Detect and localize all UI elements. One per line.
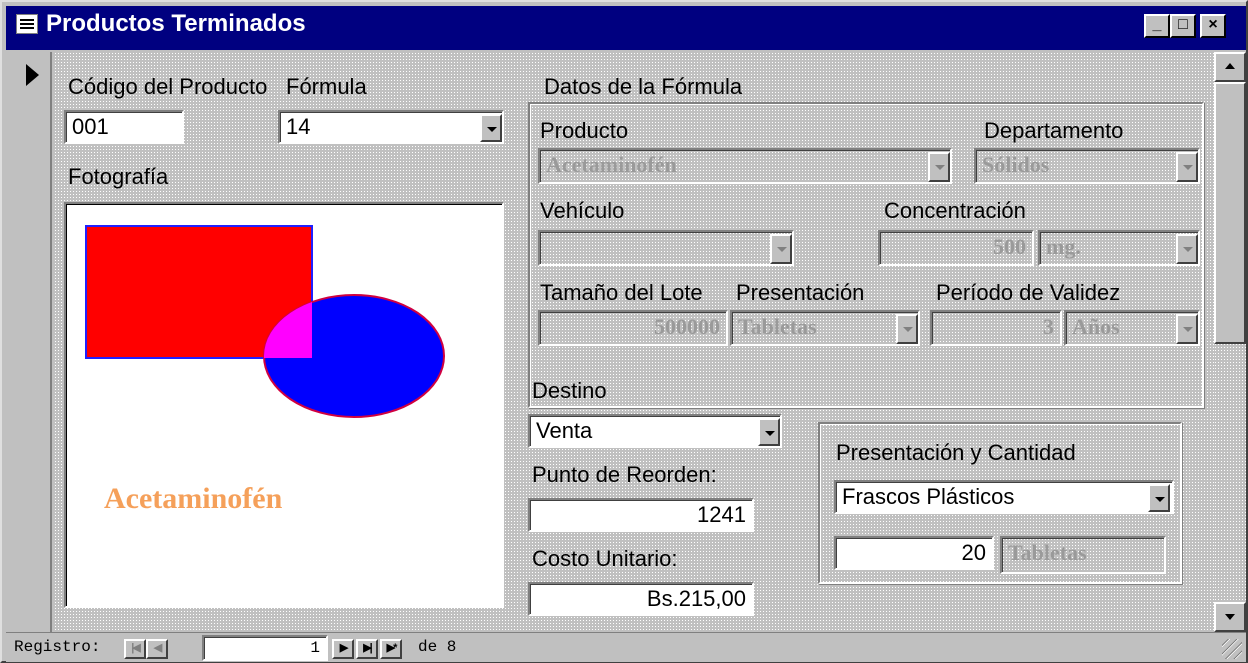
record-selector[interactable] xyxy=(10,52,52,632)
producto-combo: Acetaminofén xyxy=(538,148,952,184)
destino-dropdown-icon[interactable] xyxy=(758,418,780,446)
arrow-up-icon xyxy=(1225,63,1235,69)
last-record-button[interactable]: ▶| xyxy=(356,639,378,659)
concentracion-unit-dropdown-icon xyxy=(1176,234,1198,264)
window-title: Productos Terminados xyxy=(46,10,306,37)
presentacion-dropdown-icon xyxy=(896,314,918,344)
new-record-icon: ▶* xyxy=(386,642,398,654)
arrow-down-icon xyxy=(1225,614,1235,620)
scroll-thumb[interactable] xyxy=(1214,82,1246,344)
maximize-button[interactable]: □ xyxy=(1170,14,1196,38)
codigo-label: Código del Producto xyxy=(68,74,268,99)
next-record-icon: ▶ xyxy=(339,642,349,654)
photo-shapes xyxy=(85,225,445,418)
product-photo[interactable]: Acetaminofén xyxy=(64,202,504,608)
formula-dropdown-icon[interactable] xyxy=(480,114,502,142)
next-record-button[interactable]: ▶ xyxy=(332,639,354,659)
form-icon[interactable] xyxy=(16,14,38,34)
validez-label: Período de Validez xyxy=(936,280,1121,305)
close-button[interactable]: × xyxy=(1200,14,1226,38)
vertical-scrollbar[interactable] xyxy=(1214,52,1246,632)
vehiculo-combo xyxy=(538,230,794,266)
registro-label: Registro: xyxy=(14,638,101,656)
departamento-combo: Sólidos xyxy=(974,148,1200,184)
pyc-envase-dropdown-icon[interactable] xyxy=(1148,484,1170,512)
current-record-field[interactable]: 1 xyxy=(202,635,328,661)
producto-dropdown-icon xyxy=(928,152,950,182)
scroll-down-button[interactable] xyxy=(1214,602,1246,632)
formula-label: Fórmula xyxy=(286,74,367,99)
pyc-unidad-field: Tabletas xyxy=(1000,536,1166,574)
record-navigation-bar: Registro: |◀ ◀ 1 ▶ ▶| ▶* de 8 xyxy=(6,632,1246,662)
form-window: Productos Terminados _ □ × Código del Pr… xyxy=(0,0,1248,663)
scroll-up-button[interactable] xyxy=(1214,52,1246,82)
presentacion-label: Presentación xyxy=(736,280,865,305)
minimize-icon: _ xyxy=(1152,16,1162,33)
codigo-field[interactable]: 001 xyxy=(64,110,184,144)
producto-label: Producto xyxy=(540,118,629,143)
foto-label: Fotografía xyxy=(68,164,169,189)
current-record-arrow-icon xyxy=(26,64,39,86)
record-count-label: de 8 xyxy=(418,638,457,656)
reorden-label: Punto de Reorden: xyxy=(532,462,717,487)
lote-field: 500000 xyxy=(538,310,728,346)
presentacion-combo: Tabletas xyxy=(730,310,920,346)
vehiculo-dropdown-icon xyxy=(770,234,792,264)
formula-combo[interactable]: 14 xyxy=(278,110,504,144)
new-record-button[interactable]: ▶* xyxy=(380,639,402,659)
concentracion-field: 500 xyxy=(878,230,1034,266)
departamento-label: Departamento xyxy=(984,118,1124,143)
reorden-field[interactable]: 1241 xyxy=(528,498,754,532)
pyc-envase-combo[interactable]: Frascos Plásticos xyxy=(834,480,1174,514)
departamento-dropdown-icon xyxy=(1176,152,1198,182)
pyc-label: Presentación y Cantidad xyxy=(836,440,1076,465)
destino-label: Destino xyxy=(532,378,607,403)
validez-unit-dropdown-icon xyxy=(1176,314,1198,344)
resize-grip-icon[interactable] xyxy=(1222,639,1242,659)
vehiculo-label: Vehículo xyxy=(540,198,625,223)
first-record-icon: |◀ xyxy=(131,642,140,654)
prev-record-button[interactable]: ◀ xyxy=(146,639,168,659)
costo-label: Costo Unitario: xyxy=(532,546,678,571)
last-record-icon: ▶| xyxy=(363,642,372,654)
costo-field[interactable]: Bs.215,00 xyxy=(528,582,754,616)
pyc-cantidad-field[interactable]: 20 xyxy=(834,536,994,570)
destino-combo[interactable]: Venta xyxy=(528,414,782,448)
close-icon: × xyxy=(1208,16,1218,33)
lote-label: Tamaño del Lote xyxy=(540,280,703,305)
validez-field: 3 xyxy=(930,310,1062,346)
maximize-icon: □ xyxy=(1178,16,1188,33)
first-record-button[interactable]: |◀ xyxy=(124,639,146,659)
minimize-button[interactable]: _ xyxy=(1144,14,1170,38)
datos-formula-label: Datos de la Fórmula xyxy=(544,74,743,99)
prev-record-icon: ◀ xyxy=(153,642,163,654)
photo-caption: Acetaminofén xyxy=(104,482,283,515)
concentracion-label: Concentración xyxy=(884,198,1026,223)
